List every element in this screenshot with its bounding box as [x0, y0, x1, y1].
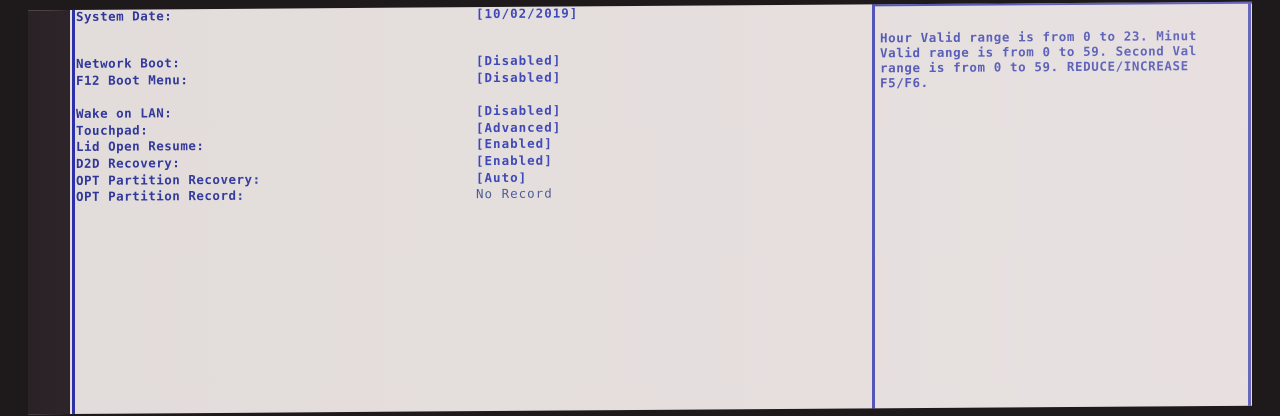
frame-divider: [872, 4, 875, 409]
setting-label: OPT Partition Record:: [76, 187, 245, 204]
setting-label: Touchpad:: [76, 122, 149, 138]
setting-value[interactable]: [Disabled]: [476, 103, 561, 120]
frame-line-top: [872, 1, 1252, 7]
bios-screen: System Date: [10/02/2019] Network Boot: [Di…: [28, 1, 1252, 415]
setting-label: Lid Open Resume:: [76, 138, 205, 154]
setting-value[interactable]: [Auto]: [476, 170, 527, 186]
setting-value[interactable]: [Enabled]: [476, 153, 553, 170]
setting-value[interactable]: [Disabled]: [476, 70, 561, 87]
help-text-line: F5/F6.: [880, 74, 929, 91]
monitor-bezel: [28, 9, 70, 415]
setting-label: OPT Partition Recovery:: [76, 171, 261, 188]
setting-label: Wake on LAN:: [76, 105, 173, 121]
help-panel: Hour Valid range is from 0 to 23. Minut V…: [880, 28, 1244, 91]
setting-value[interactable]: [10/02/2019]: [476, 5, 578, 22]
setting-label: D2D Recovery:: [76, 155, 181, 171]
setting-value[interactable]: [Advanced]: [476, 120, 561, 137]
frame-line-left: [72, 9, 75, 414]
setting-label: F12 Boot Menu:: [76, 72, 189, 88]
setting-value: No Record: [476, 185, 553, 202]
settings-list: System Date: [10/02/2019] Network Boot: [Di…: [76, 2, 866, 204]
setting-value[interactable]: [Enabled]: [476, 136, 553, 153]
setting-value[interactable]: [Disabled]: [476, 53, 561, 70]
help-text-line: Valid range is from 0 to 59. Second Val: [880, 43, 1197, 61]
setting-label: System Date:: [76, 8, 173, 24]
frame-line-right: [1248, 1, 1251, 406]
setting-label: Network Boot:: [76, 55, 181, 71]
